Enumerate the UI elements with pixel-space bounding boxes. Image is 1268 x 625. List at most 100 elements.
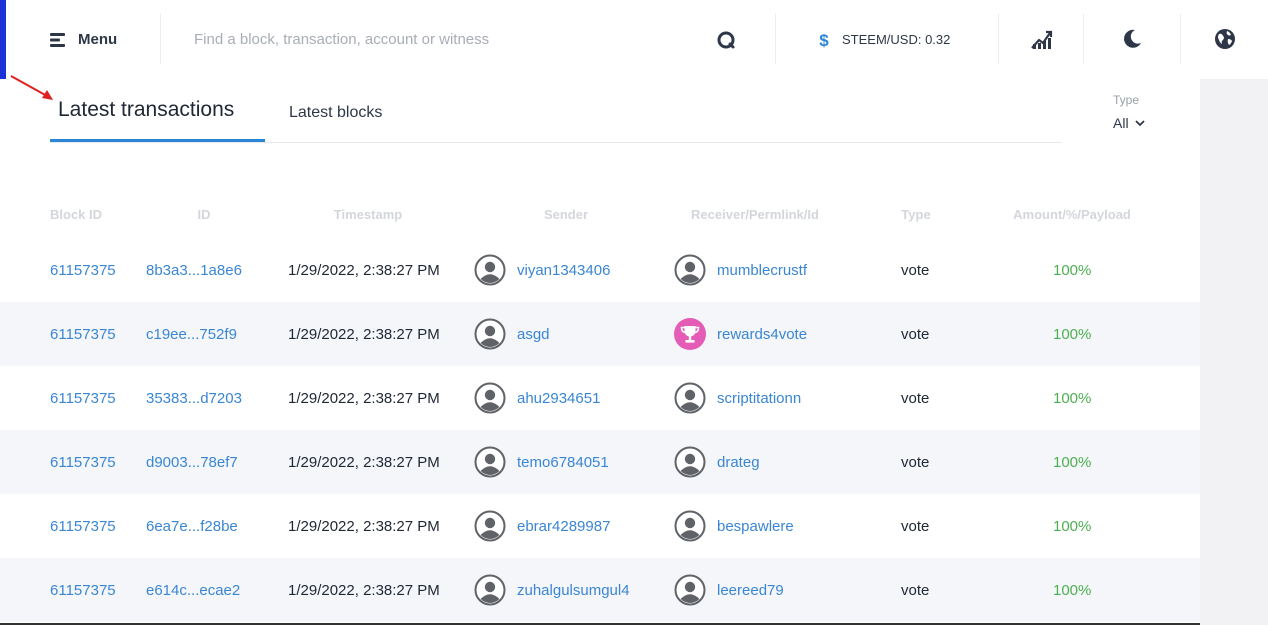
timestamp: 1/29/2022, 2:38:27 PM [288, 389, 440, 407]
sender-link[interactable]: zuhalgulsumgul4 [517, 582, 630, 599]
receiver-cell: mumblecrustf [674, 238, 807, 302]
sender-cell: ahu2934651 [474, 366, 600, 430]
avatar-icon[interactable] [474, 574, 506, 606]
avatar-icon[interactable] [474, 446, 506, 478]
receiver-link[interactable]: bespawlere [717, 518, 794, 535]
receiver-cell: drateg [674, 430, 760, 494]
table-row: 61157375 8b3a3...1a8e6 1/29/2022, 2:38:27 … [0, 238, 1200, 302]
column-header-sender: Sender [543, 207, 589, 222]
receiver-link[interactable]: leereed79 [717, 582, 784, 599]
moon-icon[interactable] [1120, 27, 1144, 51]
timestamp: 1/29/2022, 2:38:27 PM [288, 261, 440, 279]
table-row: 61157375 35383...d7203 1/29/2022, 2:38:27 … [0, 366, 1200, 430]
menu-icon [50, 32, 65, 47]
transaction-type: vote [901, 261, 930, 279]
table-row: 61157375 c19ee...752f9 1/29/2022, 2:38:27 … [0, 302, 1200, 366]
transaction-id-link[interactable]: 8b3a3...1a8e6 [146, 238, 242, 302]
transaction-id-link[interactable]: 6ea7e...f28be [146, 494, 238, 558]
block-id-link[interactable]: 61157375 [50, 302, 116, 366]
divider [775, 14, 776, 64]
amount-value: 100% [1053, 581, 1092, 599]
column-header-timestamp: Timestamp [333, 207, 403, 222]
chart-icon[interactable] [1029, 27, 1053, 51]
avatar-icon[interactable] [674, 510, 706, 542]
dollar-icon: $ [819, 31, 829, 49]
divider [1180, 14, 1181, 64]
avatar-icon[interactable] [474, 510, 506, 542]
price-label: STEEM/USD: 0.32 [842, 32, 951, 47]
block-id-link[interactable]: 61157375 [50, 238, 116, 302]
avatar-icon[interactable] [474, 254, 506, 286]
transaction-id-link[interactable]: e614c...ecae2 [146, 558, 240, 622]
transaction-type: vote [901, 453, 930, 471]
amount-value: 100% [1053, 517, 1092, 535]
avatar-icon[interactable] [674, 446, 706, 478]
tab-latest-transactions[interactable]: Latest transactions [50, 88, 265, 143]
sender-link[interactable]: asgd [517, 326, 550, 343]
search-input[interactable] [180, 22, 700, 56]
transaction-id-link[interactable]: d9003...78ef7 [146, 430, 238, 494]
avatar-icon[interactable] [674, 574, 706, 606]
sender-cell: zuhalgulsumgul4 [474, 558, 630, 622]
column-header-type: Type [901, 207, 931, 222]
menu-button[interactable]: Menu [50, 0, 117, 79]
transaction-id-link[interactable]: c19ee...752f9 [146, 302, 237, 366]
side-panel [1200, 79, 1268, 625]
transaction-type: vote [901, 389, 930, 407]
tab-label: Latest transactions [58, 98, 235, 121]
amount-value: 100% [1053, 389, 1092, 407]
chevron-down-icon [1134, 119, 1145, 126]
timestamp: 1/29/2022, 2:38:27 PM [288, 325, 440, 343]
sender-link[interactable]: ebrar4289987 [517, 518, 610, 535]
accent-edge-bar [0, 0, 6, 79]
search-icon[interactable] [715, 29, 737, 51]
sender-link[interactable]: viyan1343406 [517, 262, 610, 279]
timestamp: 1/29/2022, 2:38:27 PM [288, 581, 440, 599]
table-row: 61157375 d9003...78ef7 1/29/2022, 2:38:27 … [0, 430, 1200, 494]
transaction-type: vote [901, 517, 930, 535]
column-header-amount: Amount/%/Payload [1013, 207, 1131, 222]
svg-text:$: $ [819, 31, 829, 49]
receiver-link[interactable]: scriptitationn [717, 390, 801, 407]
trophy-avatar-icon[interactable] [674, 318, 706, 350]
menu-label: Menu [78, 31, 118, 48]
transaction-id-link[interactable]: 35383...d7203 [146, 366, 242, 430]
block-id-link[interactable]: 61157375 [50, 366, 116, 430]
price-ticker: $ STEEM/USD: 0.32 [818, 0, 950, 79]
sender-cell: ebrar4289987 [474, 494, 610, 558]
tabs-divider [50, 142, 1062, 143]
sender-cell: asgd [474, 302, 550, 366]
avatar-icon[interactable] [674, 254, 706, 286]
globe-icon[interactable] [1213, 27, 1237, 51]
sender-link[interactable]: ahu2934651 [517, 390, 600, 407]
type-filter-label: Type [1113, 93, 1140, 107]
receiver-link[interactable]: rewards4vote [717, 326, 807, 343]
receiver-cell: bespawlere [674, 494, 794, 558]
amount-value: 100% [1053, 453, 1092, 471]
sender-cell: temo6784051 [474, 430, 609, 494]
column-header-block-id: Block ID [50, 207, 103, 222]
avatar-icon[interactable] [474, 318, 506, 350]
divider [1083, 14, 1084, 64]
transaction-type: vote [901, 581, 930, 599]
receiver-cell: rewards4vote [674, 302, 807, 366]
type-filter-value: All [1113, 115, 1129, 131]
receiver-link[interactable]: mumblecrustf [717, 262, 807, 279]
block-id-link[interactable]: 61157375 [50, 494, 116, 558]
column-header-id: ID [197, 207, 211, 222]
block-id-link[interactable]: 61157375 [50, 430, 116, 494]
avatar-icon[interactable] [674, 382, 706, 414]
block-id-link[interactable]: 61157375 [50, 558, 116, 622]
transaction-type: vote [901, 325, 930, 343]
tab-latest-blocks[interactable]: Latest blocks [289, 104, 382, 122]
page: Menu $ STEEM/USD: 0.32 [0, 0, 1268, 625]
table-row: 61157375 6ea7e...f28be 1/29/2022, 2:38:27 … [0, 494, 1200, 558]
type-filter-select[interactable]: All [1113, 115, 1145, 131]
receiver-cell: leereed79 [674, 558, 784, 622]
timestamp: 1/29/2022, 2:38:27 PM [288, 517, 440, 535]
avatar-icon[interactable] [474, 382, 506, 414]
receiver-link[interactable]: drateg [717, 454, 760, 471]
sender-link[interactable]: temo6784051 [517, 454, 609, 471]
sender-cell: viyan1343406 [474, 238, 610, 302]
receiver-cell: scriptitationn [674, 366, 801, 430]
